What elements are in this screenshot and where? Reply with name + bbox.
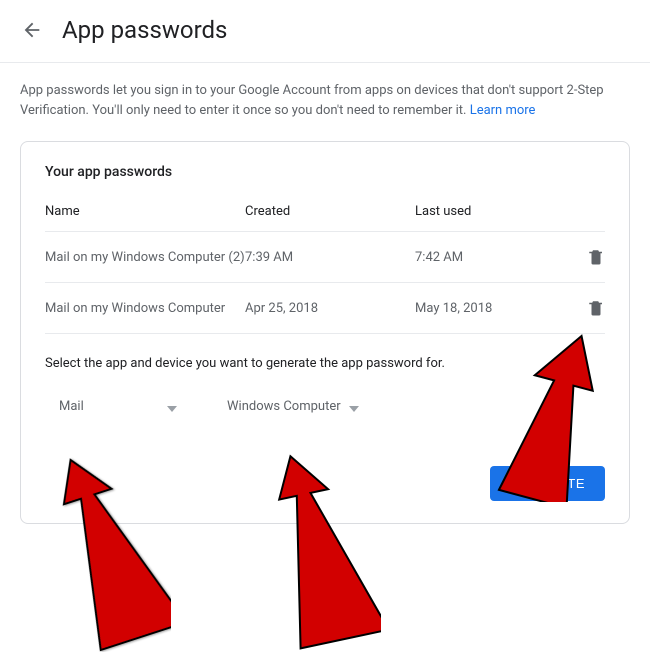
row-name: Mail on my Windows Computer — [45, 301, 245, 316]
back-arrow-icon[interactable] — [20, 18, 44, 42]
table-header: Name Created Last used — [45, 204, 605, 232]
app-passwords-card: Your app passwords Name Created Last use… — [20, 141, 630, 524]
generate-row: GENERATE — [45, 466, 605, 501]
trash-icon[interactable] — [587, 248, 605, 266]
app-select-value: Mail — [59, 399, 84, 414]
row-name: Mail on my Windows Computer (2) — [45, 250, 245, 265]
app-select[interactable]: Mail — [45, 395, 185, 418]
row-created: 7:39 AM — [245, 250, 415, 265]
table-row: Mail on my Windows Computer (2) 7:39 AM … — [45, 232, 605, 283]
table-row: Mail on my Windows Computer Apr 25, 2018… — [45, 283, 605, 334]
card-title: Your app passwords — [45, 164, 605, 180]
page-title: App passwords — [62, 16, 227, 44]
col-header-name: Name — [45, 204, 245, 219]
select-instruction: Select the app and device you want to ge… — [45, 356, 605, 371]
learn-more-link[interactable]: Learn more — [470, 103, 536, 118]
row-lastused: May 18, 2018 — [415, 301, 573, 316]
device-select-value: Windows Computer — [227, 399, 341, 414]
device-select[interactable]: Windows Computer — [213, 395, 367, 418]
page-header: App passwords — [0, 0, 650, 63]
chevron-down-icon — [167, 401, 179, 413]
trash-icon[interactable] — [587, 299, 605, 317]
row-lastused: 7:42 AM — [415, 250, 573, 265]
select-row: Mail Windows Computer — [45, 395, 605, 418]
description-text: App passwords let you sign in to your Go… — [0, 63, 650, 141]
col-header-created: Created — [245, 204, 415, 219]
row-created: Apr 25, 2018 — [245, 301, 415, 316]
col-header-lastused: Last used — [415, 204, 573, 219]
chevron-down-icon — [349, 401, 361, 413]
generate-button[interactable]: GENERATE — [490, 466, 605, 501]
passwords-table: Name Created Last used Mail on my Window… — [45, 204, 605, 334]
